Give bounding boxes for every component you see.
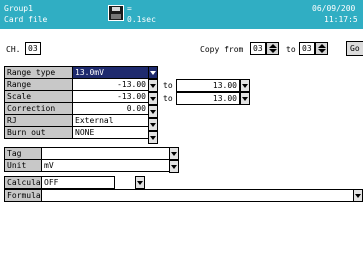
table-row: Scale -13.00 xyxy=(4,90,149,103)
scale-from-dropdown[interactable] xyxy=(148,92,158,105)
media-label: Card file xyxy=(4,15,48,24)
table-row: Tag xyxy=(4,147,170,160)
status-header: Group1 Card file = 0.1sec 06/09/200 11:1… xyxy=(0,0,363,29)
range-label: Range xyxy=(4,78,73,91)
current-date: 06/09/200 xyxy=(312,4,356,13)
table-row: RJ External xyxy=(4,114,149,127)
tag-field[interactable] xyxy=(41,147,170,160)
calculate-table: Calculate OFF xyxy=(4,176,115,189)
burn-out-label: Burn out xyxy=(4,126,73,139)
copy-from-stepper[interactable] xyxy=(266,42,279,55)
table-row: Range type 13.0mV xyxy=(4,66,149,79)
range-type-dropdown[interactable] xyxy=(148,66,158,79)
table-row: Unit mV xyxy=(4,159,170,172)
copy-to-stepper[interactable] xyxy=(315,42,328,55)
correction-label: Correction xyxy=(4,102,73,115)
rate-mark: = xyxy=(127,4,132,13)
range-to-field[interactable]: 13.00 xyxy=(176,79,240,92)
unit-label: Unit xyxy=(4,159,42,172)
table-row: Correction 0.00 xyxy=(4,102,149,115)
correction-dropdown[interactable] xyxy=(148,105,158,118)
sample-interval: 0.1sec xyxy=(127,15,156,24)
tag-unit-table: Tag Unit mV xyxy=(4,147,170,172)
copy-from-label: Copy from xyxy=(200,45,244,54)
burn-out-field[interactable]: NONE xyxy=(72,126,149,139)
calculate-dropdown[interactable] xyxy=(135,176,145,189)
calculate-field[interactable]: OFF xyxy=(41,176,115,189)
copy-to-label: to xyxy=(286,45,296,54)
unit-dropdown[interactable] xyxy=(169,160,179,173)
scale-to-label: to xyxy=(163,94,173,103)
rj-dropdown[interactable] xyxy=(148,118,158,131)
formula-field[interactable] xyxy=(41,189,359,202)
current-time: 11:17:5 xyxy=(324,15,358,24)
scale-from-field[interactable]: -13.00 xyxy=(72,90,149,103)
copy-to-field[interactable]: 03 xyxy=(299,42,315,55)
unit-field[interactable]: mV xyxy=(41,159,170,172)
channel-field[interactable]: 03 xyxy=(25,42,41,55)
range-from-field[interactable]: -13.00 xyxy=(72,78,149,91)
formula-table: Formula xyxy=(4,189,359,202)
range-settings-table: Range type 13.0mV Range -13.00 Scale -13… xyxy=(4,66,149,139)
group-name: Group1 xyxy=(4,4,33,13)
formula-label: Formula xyxy=(4,189,42,202)
table-row: Calculate OFF xyxy=(4,176,115,189)
tag-label: Tag xyxy=(4,147,42,160)
range-to-dropdown[interactable] xyxy=(240,79,250,92)
scale-to-field[interactable]: 13.00 xyxy=(176,92,240,105)
scale-to-dropdown[interactable] xyxy=(240,92,250,105)
table-row: Burn out NONE xyxy=(4,126,149,139)
rj-label: RJ xyxy=(4,114,73,127)
copy-go-button[interactable]: Go xyxy=(346,41,363,56)
formula-dropdown[interactable] xyxy=(353,189,363,202)
range-from-dropdown[interactable] xyxy=(148,79,158,92)
table-row: Formula xyxy=(4,189,359,202)
range-to-label: to xyxy=(163,81,173,90)
table-row: Range -13.00 xyxy=(4,78,149,91)
calculate-label: Calculate xyxy=(4,176,42,189)
scale-label: Scale xyxy=(4,90,73,103)
copy-from-field[interactable]: 03 xyxy=(250,42,266,55)
range-type-field[interactable]: 13.0mV xyxy=(72,66,149,79)
correction-field[interactable]: 0.00 xyxy=(72,102,149,115)
channel-label: CH. xyxy=(6,45,21,54)
rj-field[interactable]: External xyxy=(72,114,149,127)
range-type-label: Range type xyxy=(4,66,73,79)
memory-card-icon xyxy=(108,5,124,21)
tag-dropdown[interactable] xyxy=(169,147,179,160)
burn-out-dropdown[interactable] xyxy=(148,131,158,144)
